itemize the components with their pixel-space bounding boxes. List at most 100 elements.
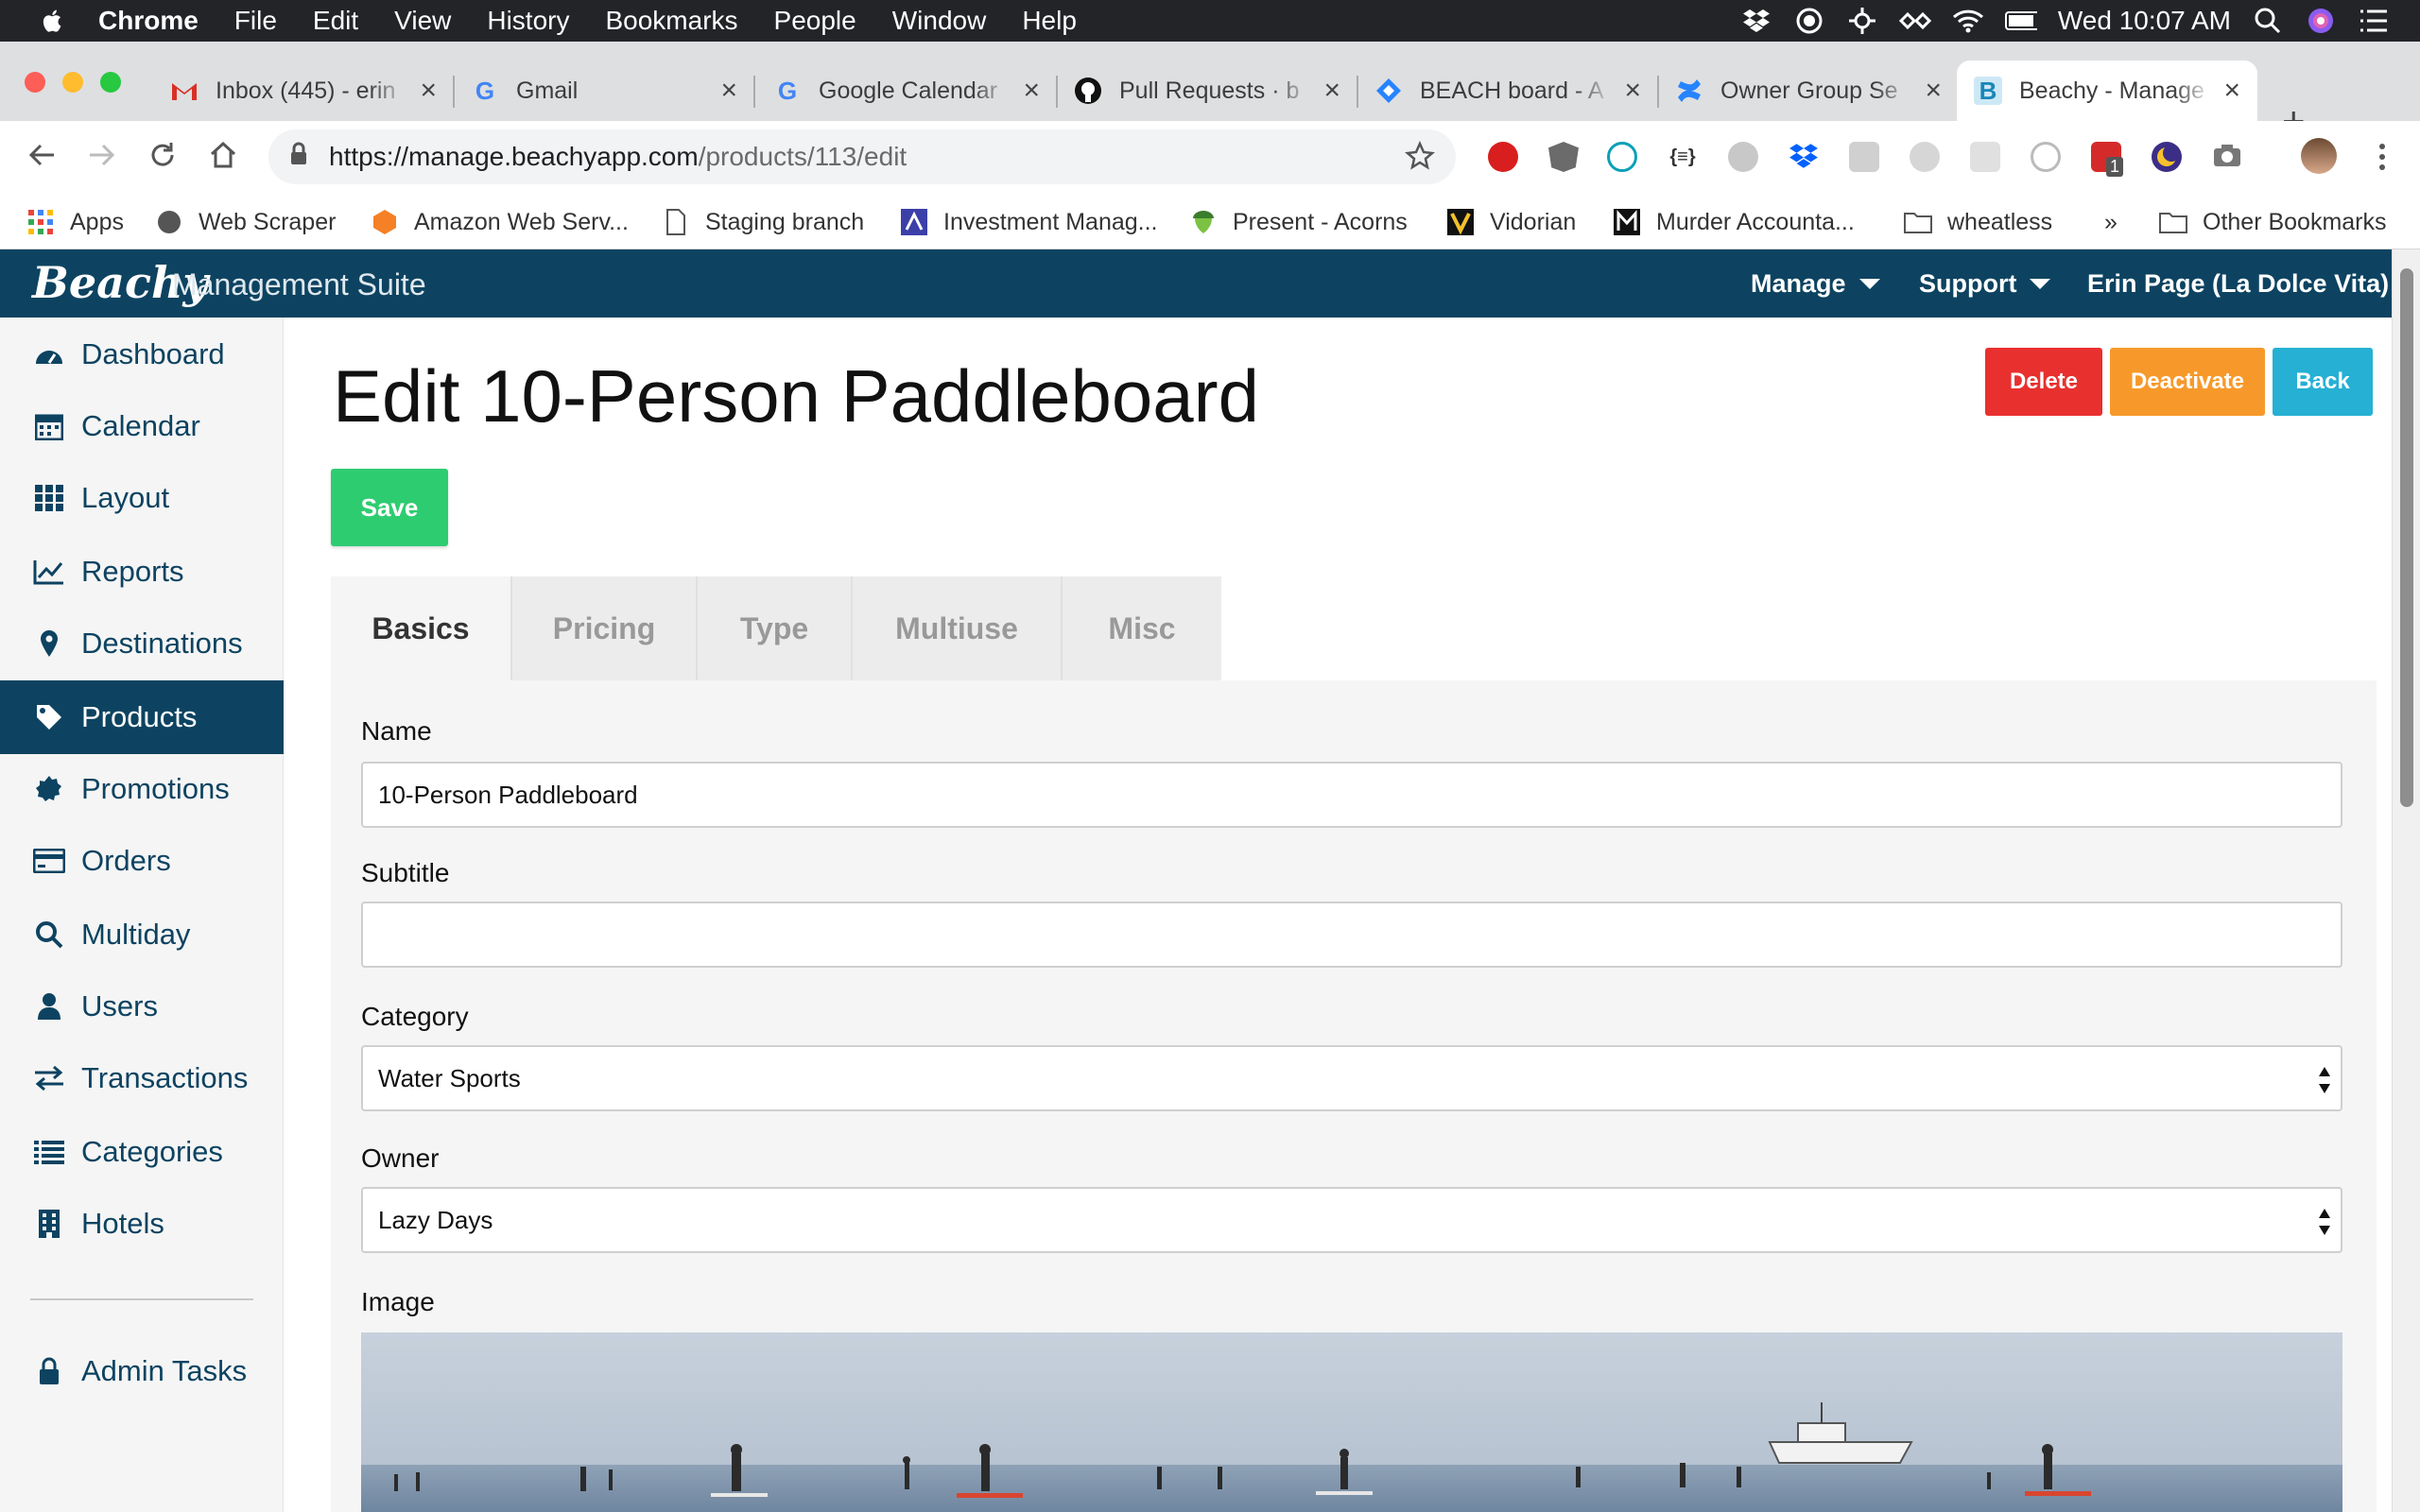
dropbox-extension-icon[interactable] — [1789, 142, 1819, 172]
bookmark-star-icon[interactable] — [1405, 140, 1435, 178]
sidebar-item-orders[interactable]: Orders — [0, 824, 284, 898]
tab-beach-board[interactable]: BEACH board - A × — [1357, 60, 1659, 121]
tab-pull-requests[interactable]: Pull Requests · b × — [1057, 60, 1358, 121]
close-tab-icon[interactable]: × — [1624, 75, 1641, 107]
sidebar-item-users[interactable]: Users — [0, 970, 284, 1043]
back-arrow-icon[interactable] — [23, 136, 60, 174]
tab-multiuse[interactable]: Multiuse — [853, 576, 1063, 680]
forward-arrow-icon[interactable] — [83, 136, 121, 174]
tab-type[interactable]: Type — [698, 576, 853, 680]
bookmark-aws[interactable]: Amazon Web Serv... — [371, 206, 629, 238]
back-button[interactable]: Back — [2273, 348, 2373, 416]
close-tab-icon[interactable]: × — [1323, 75, 1340, 107]
bookmark-apps[interactable]: Apps — [26, 206, 124, 238]
tab-misc[interactable]: Misc — [1063, 576, 1221, 680]
bookmarks-overflow-chevron[interactable]: » — [2104, 206, 2118, 238]
menu-people[interactable]: People — [774, 6, 856, 36]
product-image[interactable] — [361, 1332, 2342, 1512]
sidebar-item-admin-tasks[interactable]: Admin Tasks — [0, 1334, 284, 1408]
address-bar[interactable]: https://manage.beachyapp.com/products/11… — [268, 129, 1456, 184]
react-extension-icon[interactable] — [1607, 142, 1637, 172]
json-extension-icon[interactable]: {≡} — [1668, 142, 1698, 172]
lock-icon[interactable] — [289, 142, 308, 173]
bookmark-acorns[interactable]: Present - Acorns — [1189, 206, 1408, 238]
close-tab-icon[interactable]: × — [1925, 75, 1942, 107]
menu-view[interactable]: View — [394, 6, 451, 36]
link-icon[interactable] — [1898, 7, 1931, 35]
angular-extension-icon[interactable] — [1548, 142, 1579, 172]
adblock-extension-icon[interactable] — [1488, 142, 1518, 172]
reload-icon[interactable] — [144, 136, 182, 174]
notification-center-icon[interactable] — [2358, 7, 2390, 35]
profile-avatar[interactable] — [2301, 138, 2337, 174]
sidebar-item-products[interactable]: Products — [0, 680, 284, 754]
manage-dropdown[interactable]: Manage — [1751, 269, 1880, 299]
target-extension-icon[interactable] — [2031, 142, 2061, 172]
sidebar-item-calendar[interactable]: Calendar — [0, 389, 284, 463]
sidebar-item-layout[interactable]: Layout — [0, 461, 284, 535]
user-menu[interactable]: Erin Page (La Dolce Vita) — [2087, 269, 2389, 299]
tab-basics[interactable]: Basics — [331, 576, 512, 680]
name-input[interactable]: 10-Person Paddleboard — [361, 762, 2342, 828]
record-icon[interactable] — [1793, 7, 1825, 35]
apple-icon[interactable] — [38, 6, 68, 36]
support-dropdown[interactable]: Support — [1919, 269, 2051, 299]
u-extension-icon[interactable] — [1910, 142, 1940, 172]
gear-extension-icon[interactable] — [1970, 142, 2000, 172]
scrollbar-thumb[interactable] — [2400, 268, 2413, 807]
bookmark-web-scraper[interactable]: Web Scraper — [155, 206, 336, 238]
clock[interactable]: Wed 10:07 AM — [2058, 6, 2231, 36]
deactivate-button[interactable]: Deactivate — [2110, 348, 2265, 416]
delete-button[interactable]: Delete — [1985, 348, 2102, 416]
tab-inbox[interactable]: Inbox (445) - erin × — [153, 60, 455, 121]
camera-extension-icon[interactable] — [2212, 142, 2242, 172]
zoom-window-button[interactable] — [100, 72, 121, 93]
bookmark-folder-wheatless[interactable]: wheatless — [1904, 206, 2052, 238]
battery-icon[interactable] — [2004, 7, 2037, 35]
move-icon[interactable] — [1846, 7, 1878, 35]
menu-edit[interactable]: Edit — [313, 6, 358, 36]
spotlight-search-icon[interactable] — [2252, 7, 2284, 35]
gray-circle-extension-icon[interactable] — [1728, 142, 1758, 172]
close-tab-icon[interactable]: × — [720, 75, 737, 107]
menu-file[interactable]: File — [234, 6, 277, 36]
home-icon[interactable] — [204, 136, 242, 174]
chat-extension-icon[interactable] — [1849, 142, 1879, 172]
bookmark-investment[interactable]: Investment Manag... — [900, 206, 1158, 238]
close-tab-icon[interactable]: × — [420, 75, 437, 107]
siri-icon[interactable] — [2305, 7, 2337, 35]
category-select[interactable]: Water Sports — [361, 1045, 2342, 1111]
chrome-menu-icon[interactable] — [2367, 142, 2397, 172]
minimize-window-button[interactable] — [62, 72, 83, 93]
subtitle-input[interactable] — [361, 902, 2342, 968]
sidebar-item-categories[interactable]: Categories — [0, 1115, 284, 1189]
menu-help[interactable]: Help — [1022, 6, 1077, 36]
bookmark-staging-branch[interactable]: Staging branch — [662, 206, 864, 238]
dropbox-icon[interactable] — [1740, 7, 1772, 35]
moon-extension-icon[interactable] — [2152, 142, 2182, 172]
close-tab-icon[interactable]: × — [1023, 75, 1040, 107]
tab-google-calendar[interactable]: G Google Calendar × — [756, 60, 1058, 121]
sidebar-item-dashboard[interactable]: Dashboard — [0, 318, 284, 391]
sidebar-item-transactions[interactable]: Transactions — [0, 1041, 284, 1115]
menu-history[interactable]: History — [487, 6, 569, 36]
menu-app-chrome[interactable]: Chrome — [98, 6, 199, 36]
sidebar-item-destinations[interactable]: Destinations — [0, 607, 284, 680]
sidebar-item-multiday[interactable]: Multiday — [0, 898, 284, 971]
owner-select[interactable]: Lazy Days — [361, 1187, 2342, 1253]
page-scrollbar[interactable] — [2392, 249, 2420, 1512]
save-button[interactable]: Save — [331, 469, 448, 546]
tab-gmail[interactable]: G Gmail × — [454, 60, 755, 121]
sidebar-item-reports[interactable]: Reports — [0, 535, 284, 609]
menu-bookmarks[interactable]: Bookmarks — [605, 6, 737, 36]
tab-beachy-manage[interactable]: B Beachy - Manage × — [1957, 60, 2257, 121]
sidebar-item-hotels[interactable]: Hotels — [0, 1187, 284, 1261]
close-window-button[interactable] — [25, 72, 45, 93]
tab-owner-group[interactable]: Owner Group Se × — [1658, 60, 1959, 121]
bookmark-murder-accountability[interactable]: Murder Accounta... — [1613, 206, 1855, 238]
tab-pricing[interactable]: Pricing — [512, 576, 698, 680]
menu-window[interactable]: Window — [892, 6, 987, 36]
bookmark-folder-other[interactable]: Other Bookmarks — [2159, 206, 2387, 238]
close-tab-icon[interactable]: × — [2223, 75, 2240, 107]
calendar-extension-icon[interactable]: 1 — [2091, 142, 2124, 177]
